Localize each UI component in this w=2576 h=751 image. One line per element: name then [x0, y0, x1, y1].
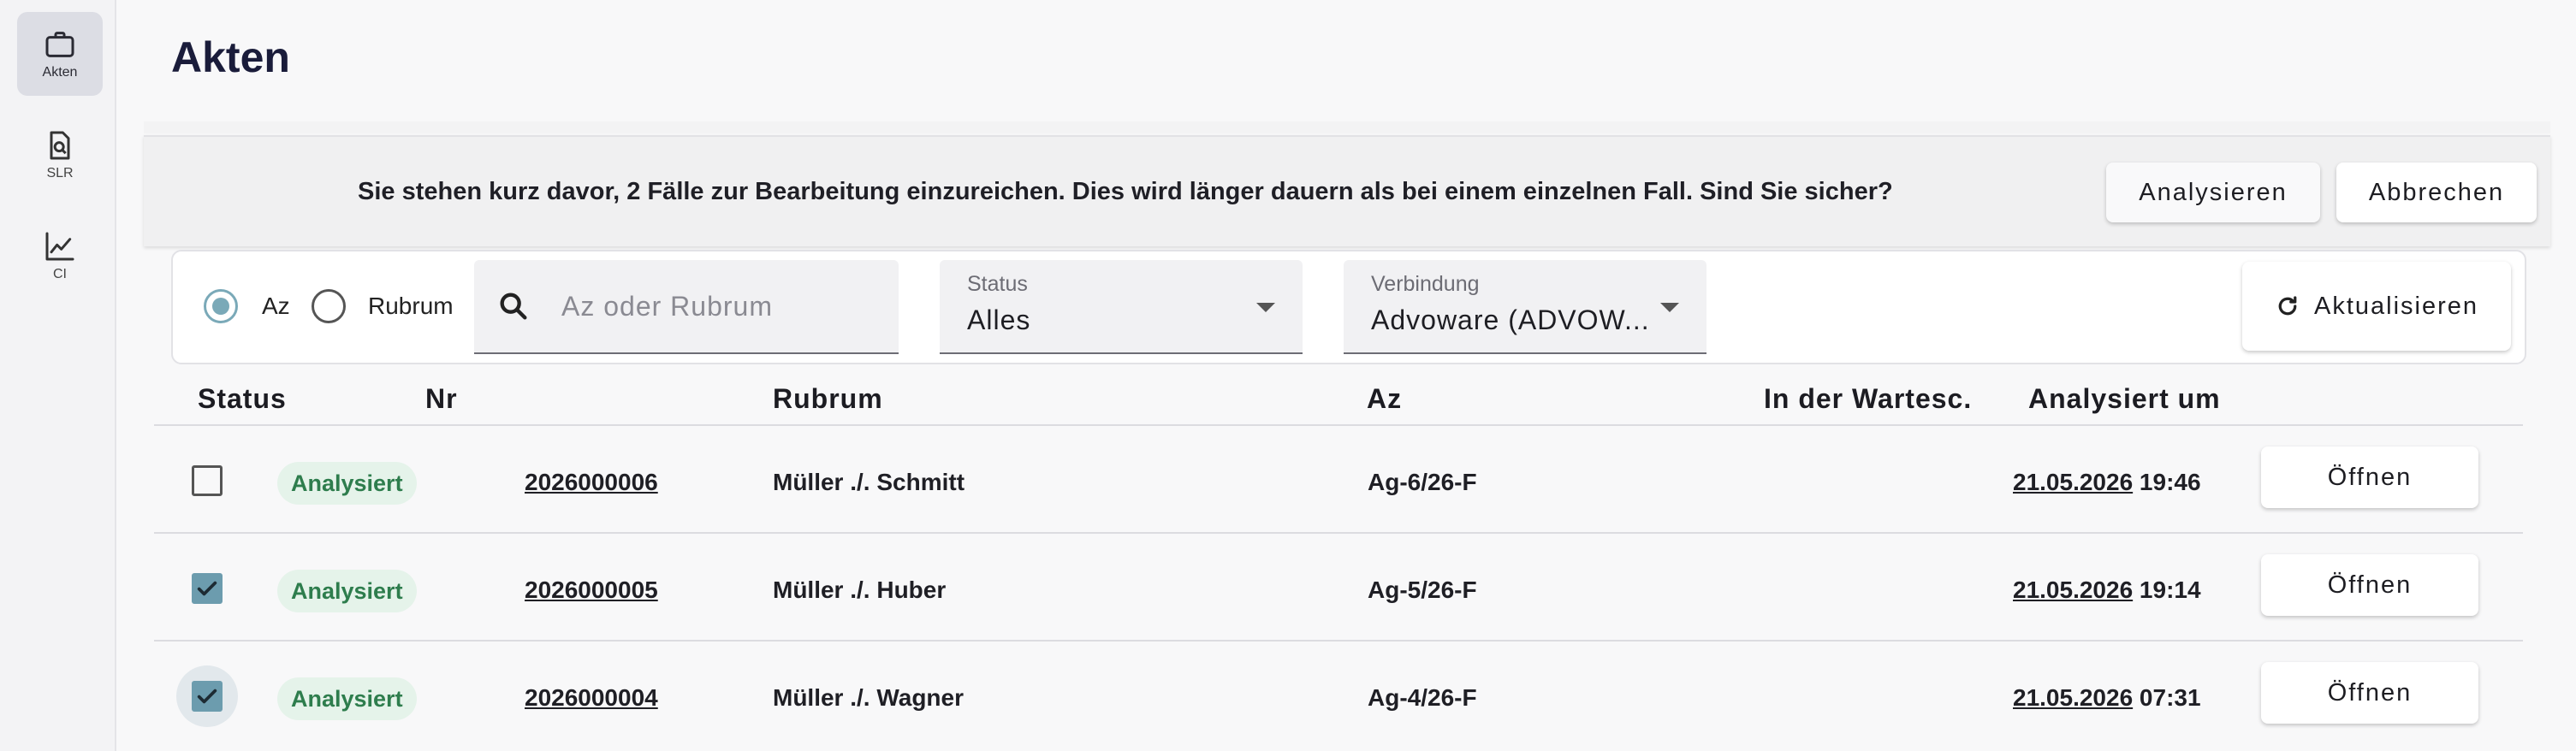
status-select[interactable]: Status Alles [940, 260, 1303, 354]
analyze-button[interactable]: Analysieren [2106, 163, 2320, 222]
checkmark-icon [197, 689, 217, 704]
rubrum-cell: Müller ./. Wagner [773, 684, 964, 711]
row-checkbox[interactable] [176, 665, 238, 727]
rubrum-cell: Müller ./. Schmitt [773, 469, 965, 495]
line-chart-icon [45, 232, 74, 261]
dropdown-arrow-icon [1660, 303, 1679, 312]
analyzed-time: 19:14 [2139, 577, 2201, 603]
radio-az[interactable] [204, 289, 238, 323]
row-checkbox[interactable] [176, 450, 238, 512]
sidebar-item-label: CI [53, 267, 67, 281]
status-select-value: Alles [967, 305, 1031, 335]
status-badge: Analysiert [277, 677, 417, 720]
sidebar-item-label: SLR [46, 166, 74, 180]
case-number-link[interactable]: 2026000006 [525, 469, 658, 496]
open-button[interactable]: Öffnen [2261, 446, 2478, 508]
refresh-button[interactable]: Aktualisieren [2242, 262, 2511, 351]
checkbox-box [192, 681, 223, 712]
search-field[interactable] [474, 260, 899, 354]
radio-rubrum[interactable] [312, 289, 346, 323]
analyzed-at-cell: 21.05.2026 19:46 [2013, 469, 2201, 496]
analyzed-time: 07:31 [2139, 684, 2201, 711]
page-title: Akten [171, 33, 290, 81]
analyzed-at-cell: 21.05.2026 19:14 [2013, 577, 2201, 604]
column-header-nr[interactable]: Nr [425, 383, 458, 415]
search-icon [500, 293, 527, 320]
case-number-link[interactable]: 2026000004 [525, 684, 658, 712]
sidebar-item-slr[interactable]: SLR [17, 113, 103, 197]
connection-select-value: Advoware (ADVOW... [1371, 305, 1650, 335]
status-badge: Analysiert [277, 570, 417, 612]
column-header-az[interactable]: Az [1367, 383, 1402, 415]
analyzed-date-link[interactable]: 21.05.2026 [2013, 684, 2133, 711]
analyzed-at-cell: 21.05.2026 07:31 [2013, 684, 2201, 712]
checkbox-box [192, 573, 223, 604]
column-header-queue[interactable]: In der Wartesc. [1764, 383, 1972, 415]
sidebar-item-label: Akten [42, 65, 78, 80]
search-input[interactable] [560, 284, 846, 328]
az-cell: Ag-4/26-F [1368, 684, 1477, 711]
radio-rubrum-label: Rubrum [368, 293, 454, 319]
confirm-banner: Sie stehen kurz davor, 2 Fälle zur Bearb… [144, 135, 2550, 246]
open-button[interactable]: Öffnen [2261, 662, 2478, 724]
analyzed-date-link[interactable]: 21.05.2026 [2013, 577, 2133, 603]
rubrum-cell: Müller ./. Huber [773, 577, 947, 603]
sidebar-item-akten[interactable]: Akten [17, 12, 103, 96]
analyzed-time: 19:46 [2139, 469, 2201, 495]
checkmark-icon [197, 581, 217, 596]
connection-select[interactable]: Verbindung Advoware (ADVOW... [1344, 260, 1706, 354]
analyzed-date-link[interactable]: 21.05.2026 [2013, 469, 2133, 495]
open-button[interactable]: Öffnen [2261, 554, 2478, 616]
cancel-button[interactable]: Abbrechen [2336, 163, 2537, 222]
table-row: Analysiert 2026000006 Müller ./. Schmitt… [154, 426, 2523, 534]
connection-select-label: Verbindung [1371, 272, 1480, 296]
case-number-link[interactable]: 2026000005 [525, 577, 658, 604]
status-badge: Analysiert [277, 462, 417, 505]
briefcase-icon [45, 32, 74, 57]
refresh-button-label: Aktualisieren [2313, 292, 2479, 320]
column-header-analyzed-at[interactable]: Analysiert um [2028, 383, 2221, 415]
checkbox-box [192, 465, 223, 496]
document-search-icon [50, 131, 70, 160]
header-divider [144, 121, 2550, 133]
column-header-rubrum[interactable]: Rubrum [773, 383, 883, 415]
status-select-label: Status [967, 272, 1028, 296]
banner-message: Sie stehen kurz davor, 2 Fälle zur Bearb… [358, 178, 1893, 205]
az-cell: Ag-5/26-F [1368, 577, 1477, 603]
dropdown-arrow-icon [1256, 303, 1275, 312]
row-checkbox[interactable] [176, 558, 238, 619]
radio-az-label: Az [262, 293, 290, 319]
table-row: Analysiert 2026000004 Müller ./. Wagner … [154, 642, 2523, 749]
refresh-icon [2278, 296, 2297, 316]
column-header-status[interactable]: Status [198, 383, 287, 415]
filter-panel: Az Rubrum Status Alles Verbindung Advowa… [171, 250, 2526, 364]
sidebar-item-ci[interactable]: CI [17, 214, 103, 298]
sidebar: Akten SLR CI [0, 0, 116, 751]
az-cell: Ag-6/26-F [1368, 469, 1477, 495]
table-row: Analysiert 2026000005 Müller ./. Huber A… [154, 534, 2523, 642]
